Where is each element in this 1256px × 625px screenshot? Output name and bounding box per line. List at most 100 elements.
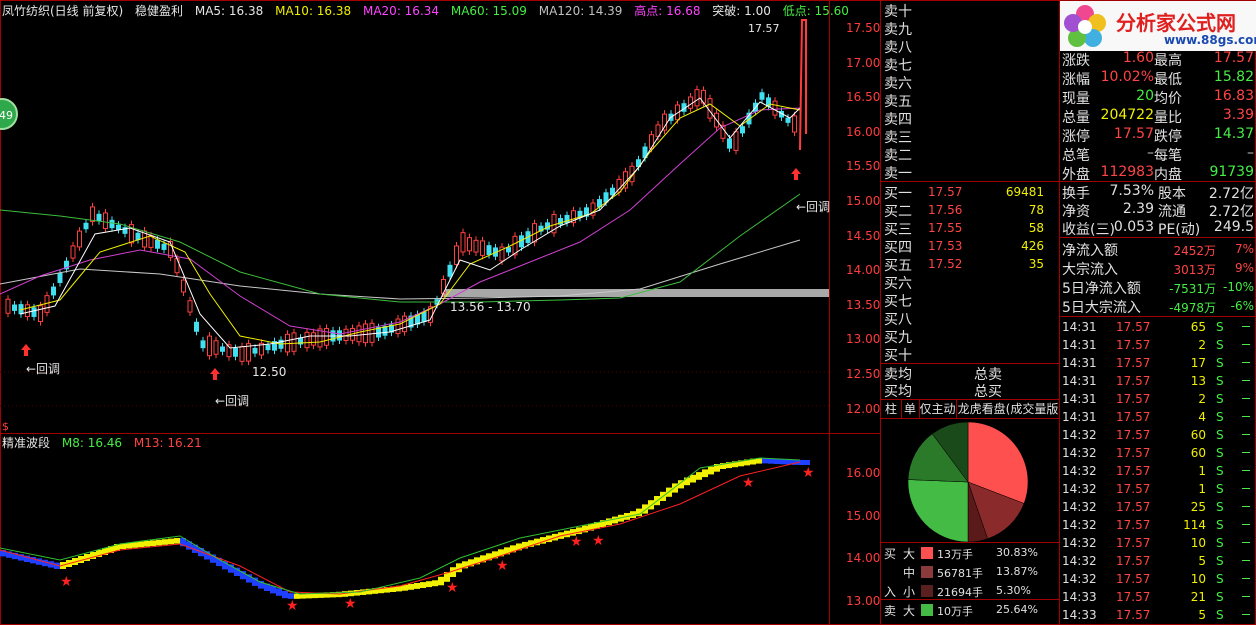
tick-dash	[1242, 506, 1250, 507]
tick-row[interactable]: 14:32 17.57 114 S	[1062, 516, 1256, 534]
kline-chart[interactable]	[0, 14, 829, 433]
band-step	[156, 539, 162, 546]
band-step	[702, 469, 708, 478]
buy-level-row[interactable]: 买十	[884, 345, 1058, 364]
buy-level-row[interactable]: 买五 17.52 35	[884, 255, 1058, 274]
tick-time: 14:33	[1062, 590, 1097, 604]
tick-volume: 1	[1198, 482, 1206, 496]
tick-row[interactable]: 14:32 17.57 60 S	[1062, 444, 1256, 462]
candle-body	[70, 245, 76, 259]
tick-row[interactable]: 14:32 17.57 10 S	[1062, 534, 1256, 552]
money-flow-percent: -6%	[1230, 299, 1254, 313]
candle-body	[480, 240, 485, 256]
money-flow-label: 大宗流入	[1062, 262, 1118, 278]
quote-divider-3	[1060, 316, 1256, 317]
buy-level-row[interactable]: 买七	[884, 291, 1058, 310]
band-step	[150, 540, 156, 546]
candle-body	[304, 331, 310, 349]
buy-level-row[interactable]: 买一 17.57 69481	[884, 183, 1058, 202]
tick-row[interactable]: 14:31 17.57 13 S	[1062, 372, 1256, 390]
price-axis-tick: 17.00	[846, 55, 881, 70]
band-step	[420, 582, 426, 588]
price-axis-tick: 14.00	[846, 263, 881, 278]
tick-row[interactable]: 14:31 17.57 17 S	[1062, 354, 1256, 372]
pullback-label-1: ←回调	[26, 362, 61, 376]
tick-row[interactable]: 14:32 17.57 60 S	[1062, 426, 1256, 444]
flow-size-label: 大	[903, 604, 916, 618]
quote-value: 7.53%	[1109, 183, 1154, 199]
quote-row: 总笔 – 每笔 –	[1062, 145, 1256, 164]
tick-side: S	[1216, 410, 1224, 424]
money-flow-value: 3013万	[1173, 263, 1216, 277]
candle-body	[207, 335, 212, 357]
buy-level-row[interactable]: 买九	[884, 327, 1058, 346]
tab-single[interactable]: 单	[901, 400, 920, 418]
band-step	[270, 586, 276, 594]
tick-dash	[1242, 470, 1250, 471]
price-axis-tick: 16.50	[846, 90, 881, 105]
buy-level-row[interactable]: 买三 17.55 58	[884, 219, 1058, 238]
tick-side: S	[1216, 608, 1224, 622]
buy-level-label: 买八	[884, 312, 912, 328]
star-icon: ★	[446, 580, 459, 596]
tab-bar-chart[interactable]: 柱	[881, 400, 902, 418]
band-step	[144, 541, 150, 547]
quote-label: 涨停	[1062, 129, 1090, 145]
quote-label: 流通	[1158, 204, 1186, 220]
logo[interactable]: 分析家公式网 www.88gs.com	[1060, 1, 1256, 51]
tick-row[interactable]: 14:32 17.57 25 S	[1062, 498, 1256, 516]
tick-time: 14:31	[1062, 374, 1097, 388]
buy-level-label: 买九	[884, 330, 912, 346]
support-band	[442, 289, 829, 297]
quote-value: 1.60	[1122, 50, 1154, 66]
tick-row[interactable]: 14:33 17.57 21 S	[1062, 588, 1256, 606]
buy-level-row[interactable]: 买六	[884, 273, 1058, 292]
candle-body	[135, 232, 141, 241]
tick-price: 17.57	[1116, 338, 1151, 352]
buy-level-row[interactable]: 买八	[884, 309, 1058, 328]
sell-level-label: 卖七	[884, 58, 912, 74]
sell-level-label: 卖五	[884, 94, 912, 110]
band-chart[interactable]: ★ ★ ★ ★ ★ ★ ★ ★ ★	[0, 448, 829, 624]
tick-row[interactable]: 14:31 17.57 4 S	[1062, 408, 1256, 426]
tick-side: S	[1216, 428, 1224, 442]
tick-row[interactable]: 14:33 17.57 5 S	[1062, 606, 1256, 624]
tick-dash	[1242, 416, 1250, 417]
tick-row[interactable]: 14:32 17.57 10 S	[1062, 570, 1256, 588]
up-arrow-icon	[21, 344, 31, 356]
tick-dash	[1242, 398, 1250, 399]
tick-time: 14:32	[1062, 464, 1097, 478]
candle-body	[5, 298, 11, 314]
flow-swatch	[921, 566, 933, 578]
tick-price: 17.57	[1116, 590, 1151, 604]
buy-level-label: 买四	[884, 240, 912, 256]
tick-row[interactable]: 14:32 17.57 5 S	[1062, 552, 1256, 570]
buy-level-volume: 78	[1028, 203, 1044, 217]
buy-level-label: 买三	[884, 222, 912, 238]
candle-body	[506, 247, 511, 253]
tab-active-only[interactable]: 仅主动	[919, 400, 957, 418]
tick-row[interactable]: 14:31 17.57 65 S	[1062, 318, 1256, 336]
candle-body	[707, 98, 713, 119]
tick-dash	[1242, 434, 1250, 435]
tick-row[interactable]: 14:31 17.57 2 S	[1062, 336, 1256, 354]
buy-level-price: 17.55	[928, 221, 963, 235]
tick-row[interactable]: 14:31 17.57 2 S	[1062, 390, 1256, 408]
sell-level-row: 卖二	[884, 145, 1058, 164]
buy-level-row[interactable]: 买二 17.56 78	[884, 201, 1058, 220]
buy-level-row[interactable]: 买四 17.53 426	[884, 237, 1058, 256]
tick-row[interactable]: 14:32 17.57 1 S	[1062, 480, 1256, 498]
tick-time: 14:32	[1062, 536, 1097, 550]
candle-body	[116, 224, 121, 230]
sell-level-label: 卖九	[884, 22, 912, 38]
tick-side: S	[1216, 590, 1224, 604]
tick-row[interactable]: 14:32 17.57 1 S	[1062, 462, 1256, 480]
logo-title: 分析家公式网	[1116, 11, 1236, 35]
logo-url: www.88gs.com	[1164, 33, 1256, 47]
band-step	[768, 458, 774, 464]
price-axis-tick: 13.50	[846, 297, 881, 312]
tab-dragon-tiger[interactable]: 龙虎看盘(成交量版	[956, 400, 1060, 418]
quote-value: 2.39	[1122, 201, 1154, 217]
buy-level-label: 买六	[884, 276, 912, 292]
buy-level-volume: 426	[1021, 239, 1044, 253]
